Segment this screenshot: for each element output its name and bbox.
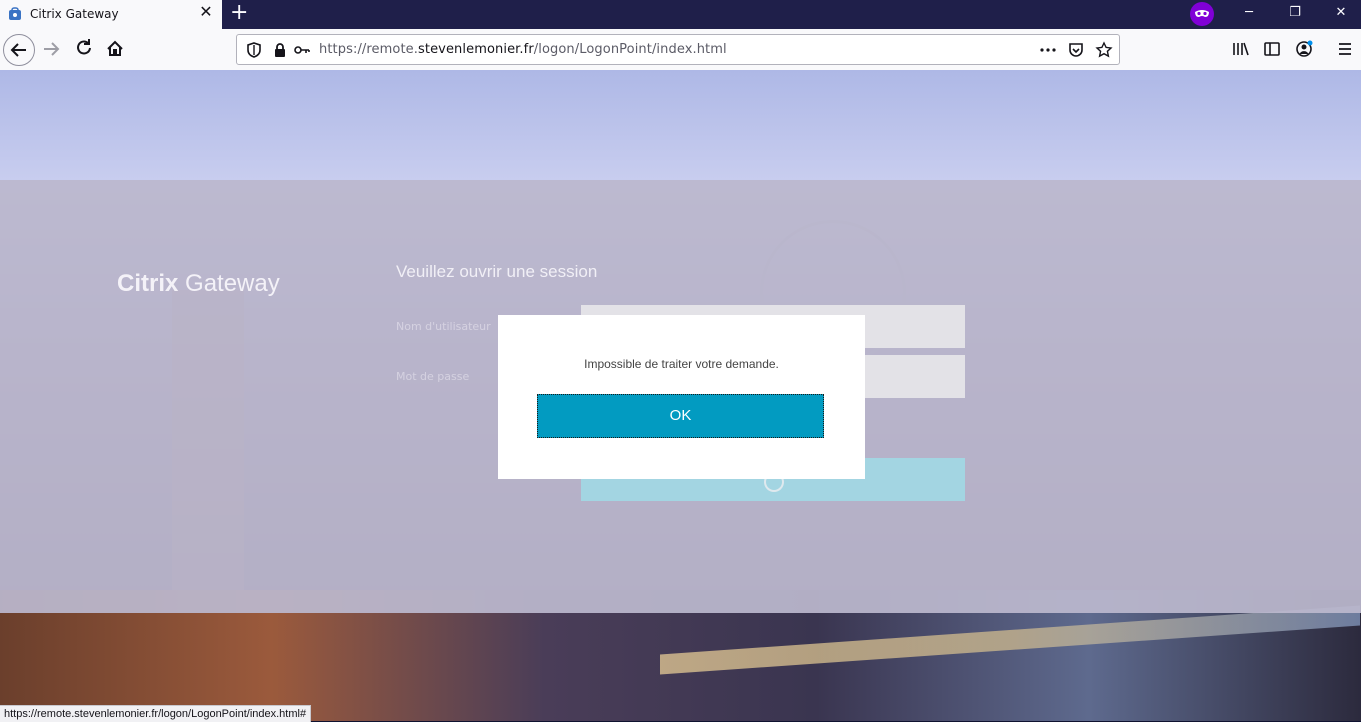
back-arrow-icon	[10, 43, 26, 57]
username-label: Nom d'utilisateur	[396, 320, 491, 333]
minimize-window-icon[interactable]: ─	[1226, 0, 1272, 29]
sidebar-icon[interactable]	[1263, 40, 1281, 58]
lock-icon[interactable]	[271, 41, 289, 59]
hamburger-menu-icon[interactable]	[1336, 40, 1354, 58]
private-browsing-icon	[1190, 2, 1214, 26]
pocket-icon[interactable]	[1067, 41, 1085, 59]
ok-button[interactable]: OK	[537, 394, 824, 438]
url-text[interactable]: https://remote.stevenlemonier.fr/logon/L…	[319, 42, 727, 57]
url-prefix: https://remote.	[319, 42, 418, 57]
reload-button[interactable]	[70, 35, 98, 63]
address-bar[interactable]: https://remote.stevenlemonier.fr/logon/L…	[236, 34, 1120, 65]
library-icon[interactable]	[1231, 40, 1249, 58]
new-tab-icon[interactable]: +	[230, 2, 248, 24]
page-actions-more-icon[interactable]	[1039, 41, 1057, 59]
url-domain: stevenlemonier.fr	[418, 42, 534, 57]
password-label: Mot de passe	[396, 370, 470, 383]
url-path: /logon/LogonPoint/index.html	[533, 42, 727, 57]
back-button[interactable]	[3, 34, 35, 66]
citrix-gateway-logo: Citrix Gateway	[117, 270, 280, 298]
login-heading: Veuillez ouvrir une session	[396, 262, 598, 281]
navigation-toolbar: https://remote.stevenlemonier.fr/logon/L…	[0, 29, 1361, 71]
tracking-protection-shield-icon[interactable]	[245, 41, 263, 59]
account-icon[interactable]	[1295, 40, 1313, 58]
tab-citrix-gateway[interactable]: Citrix Gateway ✕	[0, 0, 222, 29]
key-icon[interactable]	[293, 41, 311, 59]
error-dialog: Impossible de traiter votre demande. OK	[498, 315, 865, 479]
home-button[interactable]	[101, 35, 129, 63]
tab-strip: Citrix Gateway ✕ + ─ ❐ ✕	[0, 0, 1361, 29]
status-bar-url: https://remote.stevenlemonier.fr/logon/L…	[0, 705, 312, 722]
forward-button[interactable]	[37, 35, 65, 63]
background-sky	[0, 70, 1361, 180]
error-message: Impossible de traiter votre demande.	[584, 357, 779, 371]
forward-arrow-icon	[44, 42, 60, 56]
brand-light: Gateway	[178, 270, 280, 297]
restore-window-icon[interactable]: ❐	[1272, 0, 1318, 29]
citrix-favicon-icon	[9, 7, 21, 20]
home-icon	[107, 40, 123, 56]
page-content: Citrix Gateway Veuillez ouvrir une sessi…	[0, 70, 1361, 721]
close-window-icon[interactable]: ✕	[1318, 0, 1361, 29]
close-tab-icon[interactable]: ✕	[198, 4, 214, 20]
tab-title: Citrix Gateway	[30, 7, 119, 21]
brand-bold: Citrix	[117, 270, 179, 297]
reload-icon	[77, 39, 91, 55]
bookmark-star-icon[interactable]	[1095, 41, 1113, 59]
